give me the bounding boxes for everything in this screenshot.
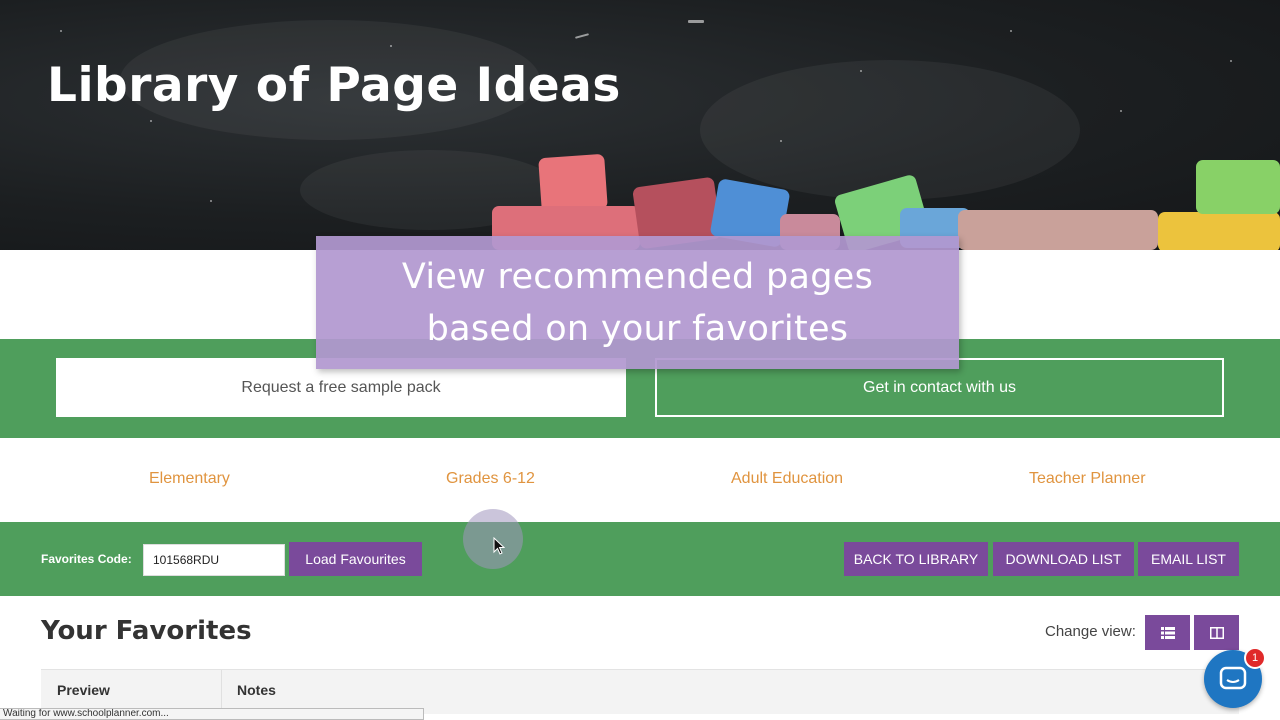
- email-list-button[interactable]: EMAIL LIST: [1138, 542, 1239, 576]
- favorites-code-input[interactable]: 101568RDU: [143, 544, 285, 576]
- category-link-adult-education[interactable]: Adult Education: [731, 470, 843, 488]
- mouse-cursor-icon: [493, 537, 505, 555]
- hero-banner: Library of Page Ideas: [0, 0, 1280, 250]
- grid-view-button[interactable]: [1194, 615, 1239, 650]
- change-view-label: Change view:: [1045, 623, 1136, 640]
- column-header-preview: Preview: [57, 682, 110, 698]
- columns-icon: [1209, 626, 1224, 639]
- category-link-elementary[interactable]: Elementary: [149, 470, 230, 488]
- recommendation-overlay: View recommended pages based on your fav…: [316, 236, 959, 369]
- category-link-teacher-planner[interactable]: Teacher Planner: [1029, 470, 1146, 488]
- chat-notification-badge: 1: [1244, 647, 1266, 669]
- page: Library of Page Ideas View recommended p…: [0, 0, 1280, 720]
- download-list-button[interactable]: DOWNLOAD LIST: [993, 542, 1134, 576]
- column-header-notes: Notes: [237, 682, 276, 698]
- back-to-library-button[interactable]: BACK TO LIBRARY: [844, 542, 988, 576]
- list-view-button[interactable]: [1145, 615, 1190, 650]
- list-icon: [1160, 626, 1175, 639]
- hero-title: Library of Page Ideas: [47, 58, 621, 113]
- overlay-line-2: based on your favorites: [426, 308, 849, 349]
- browser-status-bar: Waiting for www.schoolplanner.com...: [0, 708, 424, 720]
- load-favourites-button[interactable]: Load Favourites: [289, 542, 422, 576]
- overlay-line-1: View recommended pages: [401, 256, 874, 297]
- favorites-code-label: Favorites Code:: [41, 552, 132, 566]
- chat-icon: [1219, 666, 1247, 690]
- favorites-heading: Your Favorites: [41, 616, 252, 646]
- category-link-grades-6-12[interactable]: Grades 6-12: [446, 470, 535, 488]
